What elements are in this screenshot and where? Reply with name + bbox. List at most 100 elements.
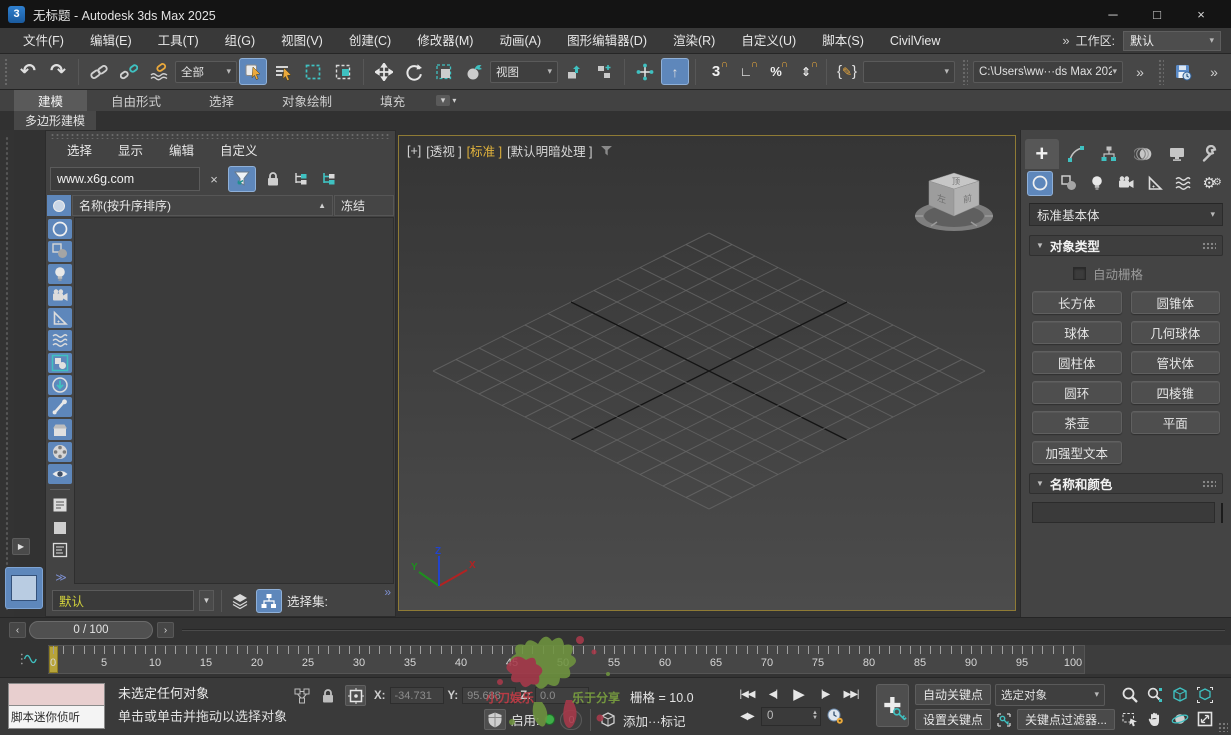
- explorer-detail-view-button[interactable]: [48, 540, 72, 560]
- name-color-rollout-header[interactable]: ▼ 名称和颜色: [1029, 473, 1223, 494]
- expand-panel-button[interactable]: ▶: [12, 538, 30, 555]
- filter-geometry-toggle[interactable]: [48, 219, 72, 240]
- open-mini-curve-editor-button[interactable]: [14, 646, 44, 671]
- play-animation-button[interactable]: ▶: [787, 684, 811, 704]
- hierarchy-view-button[interactable]: [290, 168, 312, 190]
- rectangular-selection-region-button[interactable]: [299, 58, 327, 85]
- safe-scene-count-button[interactable]: 0: [560, 709, 583, 730]
- menu-rendering[interactable]: 渲染(R): [660, 28, 728, 54]
- explorer-column-overflow[interactable]: ≫: [55, 571, 66, 584]
- category-systems[interactable]: ⚙ ⚙: [1199, 171, 1225, 196]
- time-configuration-button[interactable]: [823, 706, 847, 726]
- transform-gizmo-icon[interactable]: [293, 687, 311, 705]
- menu-views[interactable]: 视图(V): [268, 28, 336, 54]
- set-keys-button[interactable]: ✚: [876, 684, 909, 727]
- listener-macro-row[interactable]: [8, 683, 105, 706]
- edit-named-selection-sets-button[interactable]: {✎}: [833, 58, 861, 85]
- filter-cameras-toggle[interactable]: [48, 285, 72, 307]
- go-to-start-button[interactable]: |◀◀: [735, 684, 759, 704]
- next-frame-button[interactable]: |▶: [813, 684, 837, 704]
- tab-motion[interactable]: [1126, 139, 1160, 169]
- snaps-toggle[interactable]: 3 ∩: [702, 58, 730, 85]
- menu-edit[interactable]: 编辑(E): [77, 28, 145, 54]
- project-folder-dropdown[interactable]: C:\Users\ww···ds Max 2025 ▾: [973, 60, 1123, 83]
- zoom-extents-all-button[interactable]: [1193, 684, 1216, 706]
- select-and-link-button[interactable]: [85, 58, 113, 85]
- key-brackets-icon[interactable]: [995, 711, 1013, 729]
- menu-civilview[interactable]: CivilView: [877, 28, 953, 54]
- filter-shapes-toggle[interactable]: [48, 241, 72, 262]
- y-coordinate-field[interactable]: [462, 687, 517, 704]
- menu-group[interactable]: 组(G): [212, 28, 269, 54]
- create-torus-button[interactable]: 圆环: [1032, 381, 1122, 404]
- create-tube-button[interactable]: 管状体: [1130, 351, 1220, 374]
- menu-scripting[interactable]: 脚本(S): [809, 28, 877, 54]
- undo-button[interactable]: ↶: [14, 58, 42, 85]
- per-view-filter-icon[interactable]: [600, 145, 613, 156]
- zoom-region-button[interactable]: [1118, 708, 1141, 730]
- ribbon-minimize-button[interactable]: ▾ ▾: [429, 90, 463, 111]
- autogrid-checkbox[interactable]: [1073, 267, 1086, 280]
- category-space-warps[interactable]: [1171, 171, 1197, 196]
- toolbar-overflow-chevron-2[interactable]: »: [1199, 58, 1227, 85]
- viewport-menu-button[interactable]: [+]: [407, 144, 421, 158]
- create-cone-button[interactable]: 圆锥体: [1130, 291, 1220, 314]
- maximize-button[interactable]: □: [1135, 1, 1179, 27]
- category-helpers[interactable]: [1142, 171, 1168, 196]
- go-to-end-button[interactable]: ▶▶|: [839, 684, 863, 704]
- create-pyramid-button[interactable]: 四棱锥: [1130, 381, 1220, 404]
- object-name-field[interactable]: [1032, 502, 1215, 523]
- use-pivot-point-button[interactable]: [560, 58, 588, 85]
- column-header-filter[interactable]: [47, 195, 71, 216]
- unlink-selection-button[interactable]: [115, 58, 143, 85]
- menu-tools[interactable]: 工具(T): [145, 28, 212, 54]
- window-crossing-toggle[interactable]: [329, 58, 357, 85]
- close-button[interactable]: ×: [1179, 1, 1223, 27]
- create-teapot-button[interactable]: 茶壶: [1032, 411, 1122, 434]
- track-bar-ruler[interactable]: 0 5 10 15 20 25 30 35 40 45 50 55 60 65 70 75 80 85 90 95 10…: [48, 645, 1085, 674]
- zoom-all-button[interactable]: [1143, 684, 1166, 706]
- category-shapes[interactable]: [1056, 171, 1082, 196]
- filter-bones-toggle[interactable]: [48, 397, 72, 418]
- scene-object-list[interactable]: [74, 217, 394, 584]
- zoom-button[interactable]: [1118, 684, 1141, 706]
- time-slider-track[interactable]: [182, 629, 1225, 631]
- menu-create[interactable]: 创建(C): [336, 28, 404, 54]
- filter-helpers-toggle[interactable]: [48, 308, 72, 329]
- previous-frame-slider-button[interactable]: ‹: [9, 622, 26, 638]
- viewport-layout-tab[interactable]: [5, 567, 43, 609]
- create-cylinder-button[interactable]: 圆柱体: [1032, 351, 1122, 374]
- column-header-name[interactable]: 名称(按升序排序) ▲: [72, 195, 333, 216]
- category-lights[interactable]: [1084, 171, 1110, 196]
- save-scene-button[interactable]: [1169, 58, 1197, 85]
- object-type-rollout-header[interactable]: ▼ 对象类型: [1029, 235, 1223, 256]
- maximize-viewport-toggle[interactable]: [1193, 708, 1216, 730]
- layer-dropdown-button[interactable]: ▼: [199, 590, 214, 611]
- window-resize-grip[interactable]: [1218, 722, 1228, 732]
- reference-coordinate-dropdown[interactable]: 视图 ▾: [490, 60, 558, 83]
- clear-search-icon[interactable]: ×: [206, 172, 222, 187]
- spinner-snap-toggle[interactable]: ⇕ ∩: [792, 58, 820, 85]
- primitive-category-dropdown[interactable]: 标准基本体 ▾: [1029, 203, 1223, 226]
- time-tag-cube-icon[interactable]: [599, 711, 617, 729]
- filter-space-warps-toggle[interactable]: [48, 330, 72, 351]
- object-color-swatch[interactable]: [1221, 502, 1223, 523]
- maxscript-mini-listener[interactable]: 脚本迷你侦听: [8, 683, 105, 729]
- safe-scene-shield-button[interactable]: [484, 709, 506, 730]
- x-coordinate-field[interactable]: [389, 687, 444, 704]
- select-object-button[interactable]: [239, 58, 267, 85]
- ribbon-tab-selection[interactable]: 选择: [185, 90, 258, 111]
- angle-snap-toggle[interactable]: ∟ ∩: [732, 58, 760, 85]
- add-time-tag-button[interactable]: 添加···标记: [623, 711, 686, 730]
- toolbar-drag-handle[interactable]: [1158, 58, 1164, 85]
- viewcube[interactable]: 顶 左 前: [911, 158, 997, 240]
- menu-graph-editors[interactable]: 图形编辑器(D): [554, 28, 660, 54]
- keyboard-shortcut-override-toggle[interactable]: ↑: [661, 58, 689, 85]
- category-geometry[interactable]: [1027, 170, 1053, 196]
- tab-display[interactable]: [1160, 139, 1194, 169]
- select-and-manipulate-button[interactable]: [631, 58, 659, 85]
- viewport-view-button[interactable]: [透视 ]: [426, 141, 461, 160]
- select-and-place-button[interactable]: [460, 58, 488, 85]
- auto-key-button[interactable]: 自动关键点: [915, 684, 992, 705]
- select-and-scale-button[interactable]: [430, 58, 458, 85]
